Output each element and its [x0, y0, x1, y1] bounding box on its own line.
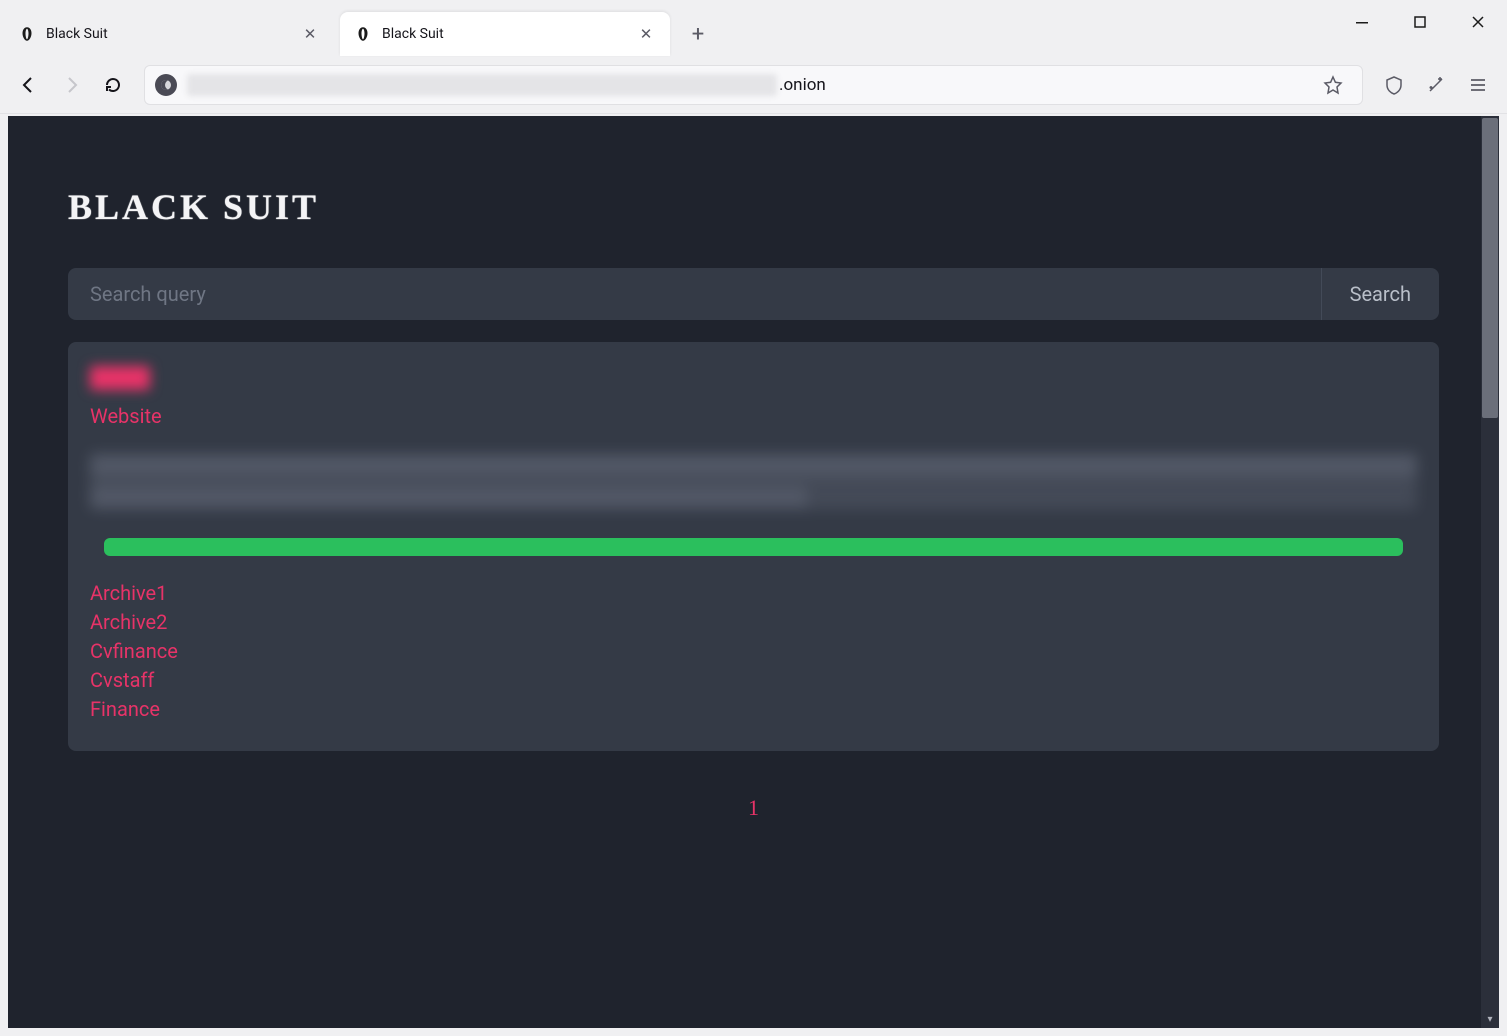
url-redacted	[187, 74, 777, 96]
browser-tab-active[interactable]: Black Suit ✕	[340, 12, 670, 56]
nav-reload-button[interactable]	[94, 66, 132, 104]
archive-link[interactable]: Cvfinance	[90, 638, 1417, 665]
search-button[interactable]: Search	[1321, 268, 1439, 320]
tor-circuit-icon[interactable]	[155, 74, 177, 96]
search-input[interactable]	[68, 268, 1321, 320]
search-bar: Search	[68, 268, 1439, 320]
tab-title: Black Suit	[382, 26, 636, 42]
archive-link[interactable]: Archive1	[90, 580, 1417, 607]
nav-forward-button[interactable]	[52, 66, 90, 104]
window-maximize-button[interactable]	[1391, 0, 1449, 44]
nav-back-button[interactable]	[10, 66, 48, 104]
window-close-button[interactable]	[1449, 0, 1507, 44]
bookmark-star-icon[interactable]	[1314, 66, 1352, 104]
sparkle-icon[interactable]	[1417, 66, 1455, 104]
pagination: 1	[68, 795, 1439, 821]
tab-favicon-icon	[18, 25, 36, 43]
description-redacted	[90, 454, 1417, 510]
tab-close-icon[interactable]: ✕	[300, 24, 320, 44]
new-tab-button[interactable]: +	[680, 16, 716, 52]
tab-close-icon[interactable]: ✕	[636, 24, 656, 44]
window-minimize-button[interactable]	[1333, 0, 1391, 44]
scrollbar-down-icon[interactable]: ▾	[1481, 1010, 1499, 1028]
page-number[interactable]: 1	[748, 795, 759, 820]
website-link[interactable]: Website	[90, 404, 162, 428]
tab-favicon-icon	[354, 25, 372, 43]
shield-icon[interactable]	[1375, 66, 1413, 104]
url-bar[interactable]: .onion	[144, 65, 1363, 105]
tab-strip: Black Suit ✕ Black Suit ✕ +	[0, 0, 1507, 56]
site-logo: BLACK SUIT	[68, 186, 1439, 228]
archive-link[interactable]: Finance	[90, 696, 1417, 723]
scrollbar-thumb[interactable]	[1482, 118, 1498, 418]
archive-links: Archive1 Archive2 Cvfinance Cvstaff Fina…	[90, 580, 1417, 723]
scrollbar[interactable]: ▴ ▾	[1481, 116, 1499, 1028]
result-card: Website Archive1 Archive2 Cvfinance Cvst…	[68, 342, 1439, 751]
browser-tab-inactive[interactable]: Black Suit ✕	[4, 12, 334, 56]
hamburger-menu-icon[interactable]	[1459, 66, 1497, 104]
progress-bar	[104, 538, 1403, 556]
url-suffix: .onion	[779, 75, 826, 95]
browser-toolbar: .onion	[0, 56, 1507, 114]
archive-link[interactable]: Cvstaff	[90, 667, 1417, 694]
page-viewport: BLACK SUIT Search Website Archive1 Archi…	[8, 116, 1499, 1028]
window-controls	[1333, 0, 1507, 44]
tab-title: Black Suit	[46, 26, 300, 42]
archive-link[interactable]: Archive2	[90, 609, 1417, 636]
card-title-redacted	[90, 366, 150, 390]
